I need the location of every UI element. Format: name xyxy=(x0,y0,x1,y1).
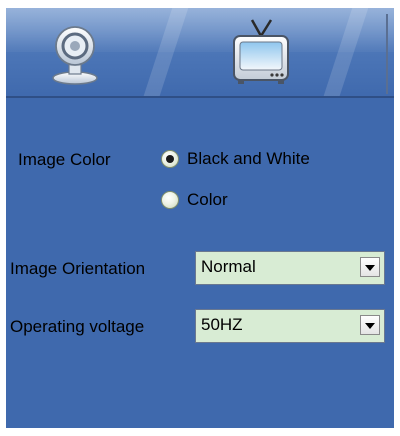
chevron-down-icon[interactable] xyxy=(360,315,380,335)
radio-black-and-white-label: Black and White xyxy=(187,149,310,168)
chevron-down-icon[interactable] xyxy=(360,257,380,277)
tab-tv[interactable] xyxy=(226,16,296,88)
tv-icon xyxy=(226,16,296,88)
operating-voltage-label: Operating voltage xyxy=(10,317,145,336)
operating-voltage-value: 50HZ xyxy=(201,315,243,334)
radio-dot-checked[interactable] xyxy=(161,150,179,168)
image-color-label: Image Color xyxy=(18,150,111,169)
toolbar-separator xyxy=(386,14,388,94)
webcam-icon xyxy=(46,16,106,88)
image-orientation-select[interactable]: Normal xyxy=(195,251,385,285)
radio-black-and-white[interactable]: Black and White xyxy=(161,149,310,169)
radio-color[interactable]: Color xyxy=(161,190,228,210)
image-orientation-label: Image Orientation xyxy=(10,259,146,278)
settings-window: Image Color Black and White Color Image … xyxy=(0,0,400,436)
camera-settings-panel: Image Color Black and White Color Image … xyxy=(6,8,394,428)
image-orientation-value: Normal xyxy=(201,257,256,276)
radio-dot-unchecked[interactable] xyxy=(161,191,179,209)
radio-color-label: Color xyxy=(187,190,228,209)
toolbar xyxy=(6,8,394,98)
operating-voltage-select[interactable]: 50HZ xyxy=(195,309,385,343)
tab-webcam[interactable] xyxy=(46,16,106,88)
